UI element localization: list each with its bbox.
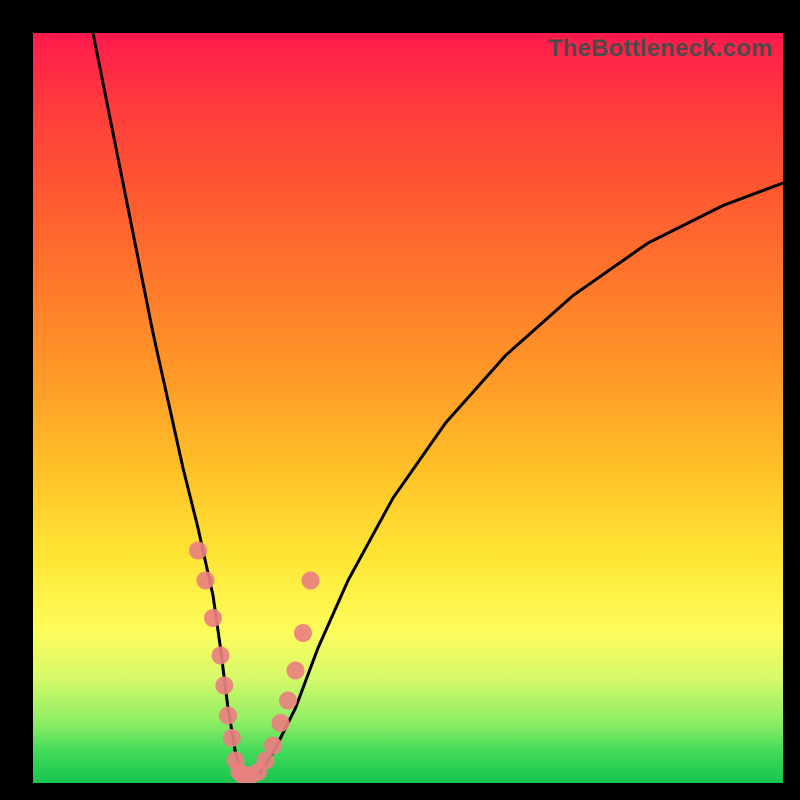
- data-point: [219, 707, 237, 725]
- data-point: [223, 729, 241, 747]
- data-point: [279, 692, 297, 710]
- bottleneck-curve: [93, 33, 783, 776]
- chart-svg: [33, 33, 783, 783]
- data-point: [212, 647, 230, 665]
- data-point: [264, 737, 282, 755]
- data-point: [189, 542, 207, 560]
- data-point: [302, 572, 320, 590]
- data-point: [197, 572, 215, 590]
- data-point-cluster: [189, 542, 320, 784]
- chart-frame: TheBottleneck.com: [0, 0, 800, 800]
- data-point: [272, 714, 290, 732]
- curve-line: [93, 33, 783, 776]
- data-point: [204, 609, 222, 627]
- data-point: [215, 677, 233, 695]
- data-point: [287, 662, 305, 680]
- plot-area: TheBottleneck.com: [33, 33, 783, 783]
- data-point: [294, 624, 312, 642]
